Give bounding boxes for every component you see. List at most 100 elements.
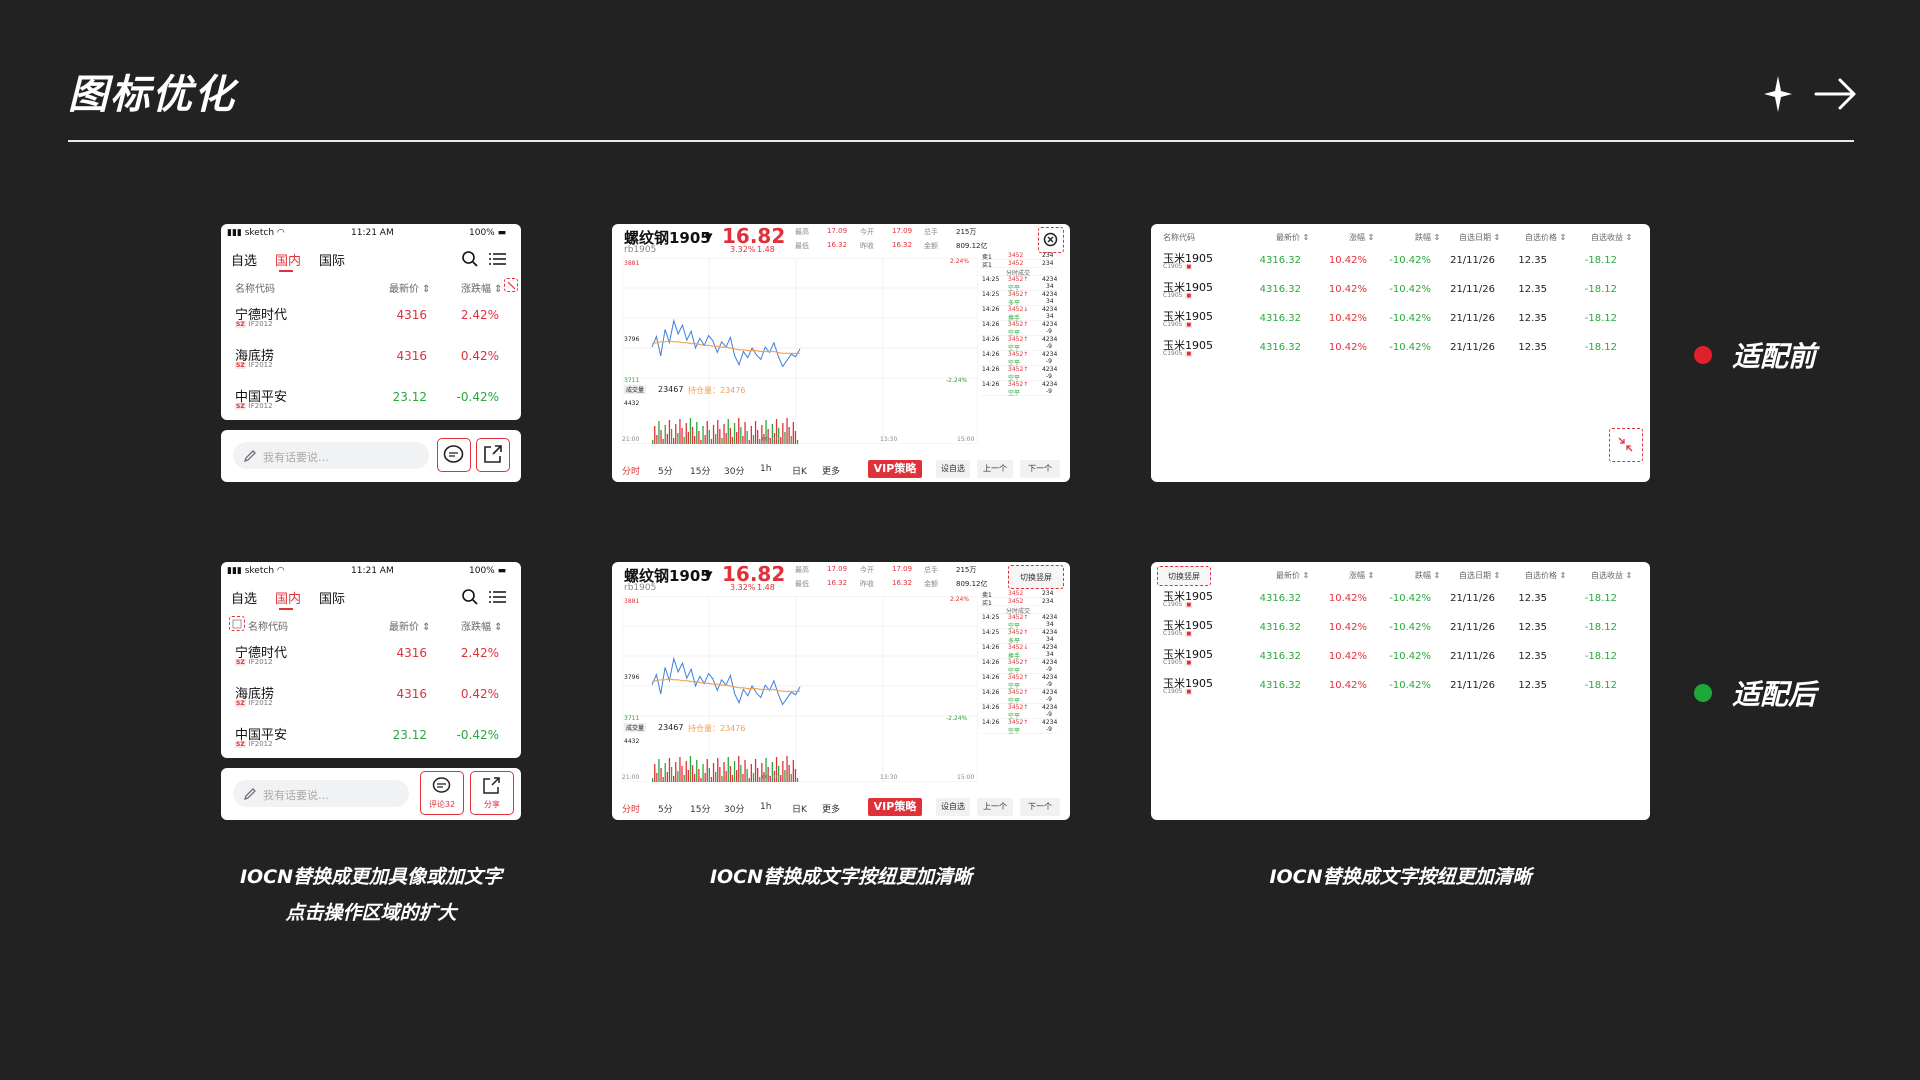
intraday-chart[interactable] xyxy=(622,258,978,444)
menu-icon[interactable] xyxy=(489,251,507,267)
period-tab-1[interactable]: 5分 xyxy=(658,464,673,477)
period-tab-0[interactable]: 分时 xyxy=(622,802,640,815)
period-tab-1[interactable]: 5分 xyxy=(658,802,673,815)
column-header[interactable]: 涨幅 ⇕ xyxy=(1349,570,1374,581)
share-button[interactable]: 分享 xyxy=(470,771,514,815)
table-row[interactable]: 玉米1905 C1905 ■ 4316.32 10.42% -10.42% 21/11/26… xyxy=(1151,673,1650,702)
period-tab-4[interactable]: 1h xyxy=(760,464,771,474)
column-header[interactable]: 最新价 ⇕ xyxy=(1276,232,1309,243)
table-row[interactable]: 玉米1905 C1905 ■ 4316.32 10.42% -10.42% 21/11/26… xyxy=(1151,586,1650,615)
search-icon[interactable] xyxy=(461,588,479,606)
table-row[interactable]: 玉米1905 C1905 ■ 4316.32 10.42% -10.42% 21/11/26… xyxy=(1151,277,1650,306)
axis-label: 3881 xyxy=(624,260,640,267)
period-tab-2[interactable]: 15分 xyxy=(690,802,710,815)
volume-bar xyxy=(662,777,664,782)
volume-bar xyxy=(658,759,660,782)
period-tab-5[interactable]: 日K xyxy=(792,464,807,477)
edit-list-icon[interactable] xyxy=(229,616,245,631)
sort-toggle-icon[interactable] xyxy=(504,278,518,292)
active-tab-underline xyxy=(279,270,293,272)
volume-bar xyxy=(668,758,671,782)
status-time: 11:21 AM xyxy=(351,566,394,576)
column-header[interactable]: 自选收益 ⇕ xyxy=(1591,570,1632,581)
comment-input[interactable]: 我有话要说… xyxy=(233,442,429,469)
table-row[interactable]: 玉米1905 C1905 ■ 4316.32 10.42% -10.42% 21/11/26… xyxy=(1151,248,1650,277)
comment-button[interactable] xyxy=(437,438,471,472)
volume-bar xyxy=(708,430,710,444)
add-watchlist-button[interactable]: 设自选 xyxy=(936,798,970,816)
list-item[interactable]: 中国平安 SZ IF2012 23.12 -0.42% xyxy=(221,382,521,420)
search-icon[interactable] xyxy=(461,250,479,268)
volume-bar xyxy=(759,439,761,444)
contract-dropdown-icon[interactable]: ▾ xyxy=(705,227,713,245)
column-header[interactable]: 自选收益 ⇕ xyxy=(1591,232,1632,243)
intraday-chart[interactable] xyxy=(622,596,978,782)
period-tab-4[interactable]: 1h xyxy=(760,802,771,812)
close-fullscreen-button[interactable] xyxy=(1038,227,1064,253)
period-tab-2[interactable]: 15分 xyxy=(690,464,710,477)
period-tab-6[interactable]: 更多 xyxy=(822,802,840,815)
next-contract-button[interactable]: 下一个 xyxy=(1020,798,1060,816)
tab-international[interactable]: 国际 xyxy=(319,250,345,269)
comment-button[interactable]: 评论32 xyxy=(420,771,464,815)
list-item[interactable]: 中国平安 SZ IF2012 23.12 -0.42% xyxy=(221,720,521,758)
volume-bar xyxy=(704,773,706,782)
contract-code: rb1905 xyxy=(624,245,657,255)
stat-low-label: 最低 xyxy=(795,242,809,250)
stat-open: 17.09 xyxy=(892,565,913,573)
table-row[interactable]: 玉米1905 C1905 ■ 4316.32 10.42% -10.42% 21/11/26… xyxy=(1151,306,1650,335)
share-button[interactable] xyxy=(476,438,510,472)
next-contract-button[interactable]: 下一个 xyxy=(1020,460,1060,478)
column-header[interactable]: 涨幅 ⇕ xyxy=(1349,232,1374,243)
series-line-0 xyxy=(651,318,801,368)
contract-dropdown-icon[interactable]: ▾ xyxy=(705,565,713,583)
menu-icon[interactable] xyxy=(489,589,507,605)
period-tab-3[interactable]: 30分 xyxy=(724,802,744,815)
stat-high: 17.09 xyxy=(827,227,848,235)
column-header[interactable]: 最新价 ⇕ xyxy=(1276,570,1309,581)
list-item[interactable]: 海底捞 SZ IF2012 4316 0.42% xyxy=(221,679,521,717)
comment-input[interactable]: 我有话要说… xyxy=(233,780,409,807)
period-tab-3[interactable]: 30分 xyxy=(724,464,744,477)
column-header[interactable]: 自选日期 ⇕ xyxy=(1459,570,1500,581)
column-header[interactable]: 自选价格 ⇕ xyxy=(1525,232,1566,243)
column-header[interactable]: 跌幅 ⇕ xyxy=(1415,232,1440,243)
table-row[interactable]: 玉米1905 C1905 ■ 4316.32 10.42% -10.42% 21/11/26… xyxy=(1151,615,1650,644)
column-header[interactable]: 自选日期 ⇕ xyxy=(1459,232,1500,243)
header-change[interactable]: 涨跌幅 ⇕ xyxy=(461,618,503,633)
list-item[interactable]: 宁德时代 SZ IF2012 4316 2.42% xyxy=(221,300,521,338)
vip-strategy-button[interactable]: VIP策略 xyxy=(868,460,922,478)
tick-row: 14:26 3452↑ 4234 空平 -9 xyxy=(980,381,1058,398)
volume-bar xyxy=(740,427,742,444)
column-header[interactable]: 跌幅 ⇕ xyxy=(1415,570,1440,581)
volume-bar xyxy=(759,777,761,782)
period-tab-6[interactable]: 更多 xyxy=(822,464,840,477)
tab-watchlist[interactable]: 自选 xyxy=(231,250,257,269)
period-tab-5[interactable]: 日K xyxy=(792,802,807,815)
list-item[interactable]: 海底捞 SZ IF2012 4316 0.42% xyxy=(221,341,521,379)
period-tab-0[interactable]: 分时 xyxy=(622,464,640,477)
switch-portrait-button[interactable]: 切换竖屏 xyxy=(1008,565,1064,589)
column-header[interactable]: 自选价格 ⇕ xyxy=(1525,570,1566,581)
volume-bar xyxy=(689,756,692,782)
header-change[interactable]: 涨跌幅 ⇕ xyxy=(461,280,503,295)
table-row[interactable]: 玉米1905 C1905 ■ 4316.32 10.42% -10.42% 21/11/26… xyxy=(1151,335,1650,364)
header-price[interactable]: 最新价 ⇕ xyxy=(389,618,431,633)
tab-international[interactable]: 国际 xyxy=(319,588,345,607)
tab-domestic[interactable]: 国内 xyxy=(275,250,301,269)
list-item[interactable]: 宁德时代 SZ IF2012 4316 2.42% xyxy=(221,638,521,676)
tick-row: 14:26 3452↑ 4234 空平 -9 xyxy=(980,719,1058,736)
list-header: 名称代码 最新价 ⇕ 涨跌幅 ⇕ xyxy=(221,278,521,295)
tab-domestic[interactable]: 国内 xyxy=(275,588,301,607)
prev-contract-button[interactable]: 上一个 xyxy=(977,798,1013,816)
collapse-button[interactable] xyxy=(1609,428,1643,462)
volume-bar xyxy=(757,430,759,444)
vip-strategy-button[interactable]: VIP策略 xyxy=(868,798,922,816)
table-row[interactable]: 玉米1905 C1905 ■ 4316.32 10.42% -10.42% 21/11/26… xyxy=(1151,644,1650,673)
prev-contract-button[interactable]: 上一个 xyxy=(977,460,1013,478)
slide-title: 图标优化 xyxy=(68,72,236,118)
tab-watchlist[interactable]: 自选 xyxy=(231,588,257,607)
add-watchlist-button[interactable]: 设自选 xyxy=(936,460,970,478)
switch-portrait-button[interactable]: 切换竖屏 xyxy=(1157,566,1211,586)
header-price[interactable]: 最新价 ⇕ xyxy=(389,280,431,295)
